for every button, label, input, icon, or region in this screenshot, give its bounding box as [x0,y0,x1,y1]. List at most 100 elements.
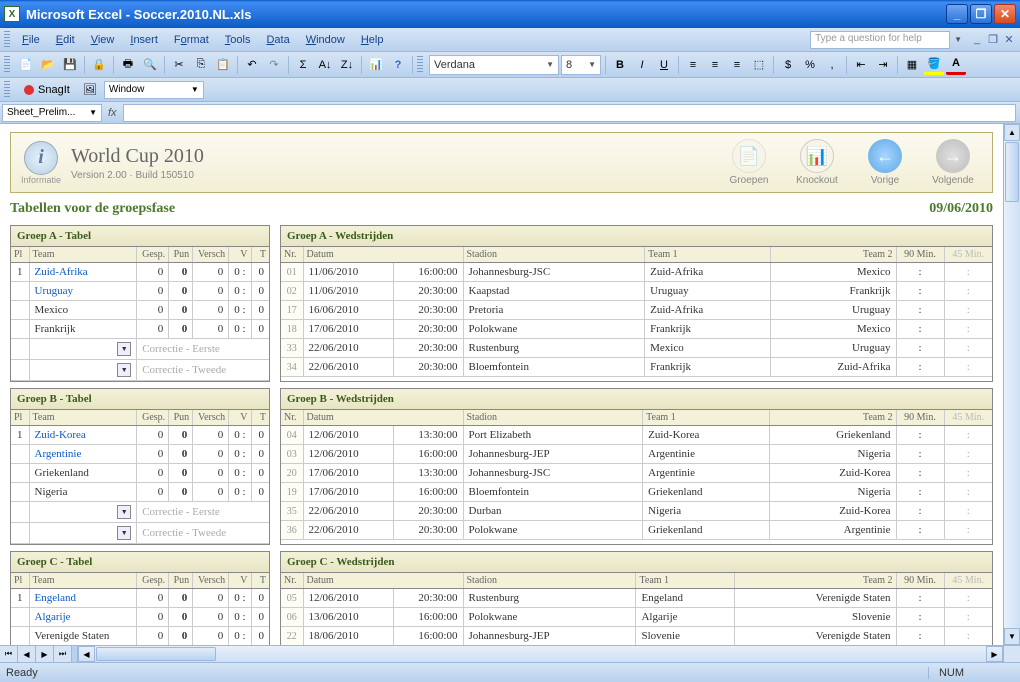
match-90min[interactable]: : [896,483,944,502]
match-90min[interactable]: : [896,502,944,521]
currency-button[interactable]: $ [778,55,798,75]
help-button[interactable]: ? [388,55,408,75]
nav-volgende-button[interactable]: → [936,139,970,173]
menu-data[interactable]: Data [258,31,297,49]
doc-minimize-button[interactable]: _ [970,33,984,47]
close-button[interactable]: ✕ [994,4,1016,24]
formula-bar[interactable] [123,104,1016,122]
dropdown-icon[interactable]: ▼ [117,505,131,519]
menu-insert[interactable]: Insert [122,31,166,49]
menu-format[interactable]: Format [166,31,217,49]
sort-desc-button[interactable]: Z↓ [337,55,357,75]
save-button[interactable]: 💾 [60,55,80,75]
nav-vorige-button[interactable]: ← [868,139,902,173]
align-left-button[interactable]: ≡ [683,55,703,75]
worksheet-viewport[interactable]: i Informatie World Cup 2010 Version 2.00… [0,124,1003,645]
name-box[interactable]: Sheet_Prelim...▼ [2,104,102,122]
team-cell[interactable]: Engeland [29,589,137,608]
comma-button[interactable]: , [822,55,842,75]
chart-button[interactable]: 📊 [366,55,386,75]
scroll-thumb[interactable] [96,647,216,661]
tab-prev-button[interactable]: ◀ [18,646,36,662]
doc-close-button[interactable]: ✕ [1002,33,1016,47]
menu-edit[interactable]: Edit [48,31,83,49]
redo-button[interactable]: ↷ [264,55,284,75]
snagit-window-dropdown[interactable]: Window▼ [104,81,204,99]
paste-button[interactable]: 📋 [213,55,233,75]
info-icon[interactable]: i [24,141,58,175]
fx-icon[interactable]: fx [108,107,117,119]
increase-indent-button[interactable]: ⇥ [873,55,893,75]
font-color-button[interactable]: A [946,55,966,75]
underline-button[interactable]: U [654,55,674,75]
autosum-button[interactable]: Σ [293,55,313,75]
fill-color-button[interactable]: 🪣 [924,55,944,75]
copy-button[interactable]: ⎘ [191,55,211,75]
match-90min[interactable]: : [896,263,944,282]
match-45min[interactable]: : [944,589,992,608]
scroll-track[interactable] [1004,203,1020,628]
match-45min[interactable]: : [944,426,992,445]
print-button[interactable]: 🖶 [118,55,138,75]
doc-restore-button[interactable]: ❐ [986,33,1000,47]
match-90min[interactable]: : [896,608,944,627]
align-right-button[interactable]: ≡ [727,55,747,75]
match-90min[interactable]: : [896,445,944,464]
scroll-down-button[interactable]: ▼ [1004,628,1020,645]
match-90min[interactable]: : [896,627,944,646]
vertical-scrollbar[interactable]: ▲ ▼ [1003,124,1020,645]
menu-window[interactable]: Window [298,31,353,49]
permission-button[interactable]: 🔒 [89,55,109,75]
dropdown-icon[interactable]: ▼ [117,526,131,540]
match-45min[interactable]: : [944,263,992,282]
match-90min[interactable]: : [896,426,944,445]
menu-view[interactable]: View [83,31,123,49]
undo-button[interactable]: ↶ [242,55,262,75]
tab-first-button[interactable]: ⏮ [0,646,18,662]
snagit-button[interactable]: SnagIt [18,82,76,98]
italic-button[interactable]: I [632,55,652,75]
font-size-selector[interactable]: 8▼ [561,55,601,75]
match-90min[interactable]: : [896,301,944,320]
dropdown-icon[interactable]: ▼ [117,363,131,377]
match-45min[interactable]: : [944,282,992,301]
match-45min[interactable]: : [944,608,992,627]
team-cell[interactable]: Zuid-Korea [29,426,137,445]
match-45min[interactable]: : [944,320,992,339]
scroll-up-button[interactable]: ▲ [1004,124,1020,141]
tab-next-button[interactable]: ▶ [36,646,54,662]
bold-button[interactable]: B [610,55,630,75]
team-cell[interactable]: Zuid-Afrika [29,263,137,282]
new-button[interactable]: 📄 [16,55,36,75]
horizontal-scrollbar[interactable]: ◀ ▶ [78,646,1003,662]
toolbar-grip-icon[interactable] [417,56,423,74]
team-cell[interactable]: Uruguay [29,282,137,301]
sort-asc-button[interactable]: A↓ [315,55,335,75]
match-45min[interactable]: : [944,521,992,540]
team-cell[interactable]: Argentinie [29,445,137,464]
percent-button[interactable]: % [800,55,820,75]
help-search-input[interactable]: Type a question for help [810,31,950,49]
tab-last-button[interactable]: ⏭ [54,646,72,662]
match-90min[interactable]: : [896,589,944,608]
match-45min[interactable]: : [944,301,992,320]
minimize-button[interactable]: _ [946,4,968,24]
match-45min[interactable]: : [944,627,992,646]
help-dropdown-icon[interactable]: ▼ [954,35,962,44]
match-90min[interactable]: : [896,282,944,301]
maximize-button[interactable]: ❐ [970,4,992,24]
snagit-config-button[interactable]: 🖼 [80,80,100,100]
menu-file[interactable]: File [14,31,48,49]
toolbar-grip-icon[interactable] [4,81,10,99]
merge-button[interactable]: ⬚ [749,55,769,75]
match-45min[interactable]: : [944,483,992,502]
menu-tools[interactable]: Tools [217,31,259,49]
match-45min[interactable]: : [944,358,992,377]
scroll-track[interactable] [217,646,986,662]
print-preview-button[interactable]: 🔍 [140,55,160,75]
nav-knockout-button[interactable]: 📊 [800,139,834,173]
nav-groepen-button[interactable]: 📄 [732,139,766,173]
open-button[interactable]: 📂 [38,55,58,75]
match-45min[interactable]: : [944,339,992,358]
match-45min[interactable]: : [944,502,992,521]
